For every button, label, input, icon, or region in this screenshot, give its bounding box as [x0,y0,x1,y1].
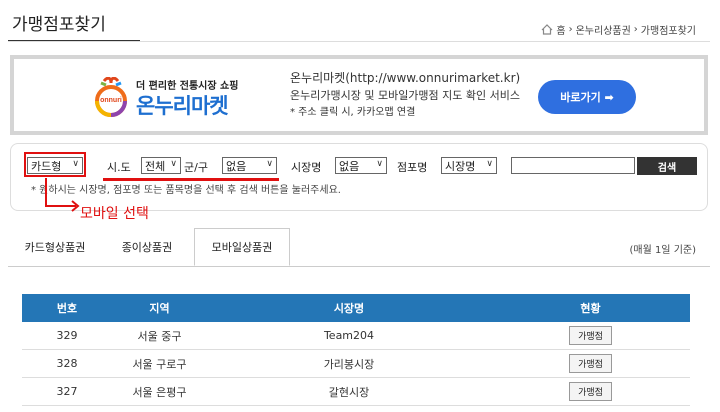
header-market: 시장명 [333,302,365,315]
logo-badge-text: onnuri [100,97,122,104]
store-button[interactable]: 가맹점 [569,382,612,401]
cell-status: 가맹점 [491,350,690,377]
logo-name: 온누리마켓 [136,94,229,118]
breadcrumb: 홈 › 온누리상품권 › 가맹점포찾기 [541,22,696,37]
table-row: 328 서울 구로구 가리봉시장 가맹점 [22,350,690,378]
header-no: 번호 [56,302,78,315]
cell-region: 서울 구로구 [132,357,187,371]
table-row: 329 서울 중구 Team204 가맹점 [22,322,690,350]
cell-market: 갈현시장 [328,385,370,399]
banner-desc-note: * 주소 클릭 시, 카카오맵 연결 [290,107,416,118]
market-value: 없음 [339,159,360,173]
chevron-down-icon: ∨ [266,159,273,169]
tab-mobile[interactable]: 모바일상품권 [194,228,290,266]
go-button[interactable]: 바로가기 ➡ [538,80,636,114]
search-panel: 카드형 ∨ 시.도 전체 ∨ 군/구 없음 ∨ 시장명 없음 ∨ 점포명 시장명… [10,143,708,211]
header-region: 지역 [149,302,170,315]
breadcrumb-home[interactable]: 홈 [556,22,565,37]
cell-status: 가맹점 [491,378,690,405]
cell-status: 가맹점 [491,322,690,349]
cell-region: 서울 중구 [137,329,182,343]
gungu-select[interactable]: 없음 ∨ [222,157,277,174]
tab-paper[interactable]: 종이상품권 [102,228,192,266]
cell-no: 327 [56,385,78,398]
banner-description: 온누리마켓(http://www.onnurimarket.kr) 온누리가맹시… [290,70,520,121]
chevron-down-icon: ∨ [376,159,383,169]
header-divider [8,41,710,42]
table-row: 327 서울 은평구 갈현시장 가맹점 [22,378,690,406]
sido-select[interactable]: 전체 ∨ [141,157,181,174]
chevron-down-icon: ∨ [170,159,177,169]
reference-note: (매월 1일 기준) [629,245,696,256]
cell-no: 328 [56,357,78,370]
breadcrumb-separator: › [633,24,638,35]
banner-desc-service: 온누리가맹시장 및 모바일가맹점 지도 확인 서비스 [290,89,521,102]
annotation-arrow-icon [45,178,80,212]
cell-market: Team204 [323,329,375,342]
annotation-underline [103,178,279,181]
banner-desc-url: 온누리마켓(http://www.onnurimarket.kr) [290,71,521,85]
onnuri-logo-icon: onnuri [95,77,127,117]
market-label: 시장명 [291,161,322,174]
table-header: 번호 지역 시장명 현황 [22,294,690,322]
home-icon[interactable] [541,24,553,35]
store-button[interactable]: 가맹점 [569,354,612,373]
cell-region: 서울 은평구 [132,385,187,399]
search-button[interactable]: 검색 [637,157,697,175]
cell-market: 가리봉시장 [323,357,375,371]
tab-card[interactable]: 카드형상품권 [10,228,100,266]
store-button[interactable]: 가맹점 [569,326,612,345]
onnurimarket-logo: onnuri 더 편리한 전통시장 쇼핑 온누리마켓 [92,73,272,123]
onnurimarket-banner: onnuri 더 편리한 전통시장 쇼핑 온누리마켓 온누리마켓(http://… [10,55,708,135]
header-status: 현황 [580,302,601,315]
store-table: 번호 지역 시장명 현황 329 서울 중구 Team204 가맹점 328 서… [22,294,690,406]
sido-value: 전체 [145,159,166,173]
search-input[interactable] [511,157,635,174]
breadcrumb-separator: › [568,24,573,35]
market-select[interactable]: 없음 ∨ [335,157,387,174]
chevron-down-icon: ∨ [486,159,493,169]
gungu-value: 없음 [226,159,247,173]
cell-no: 329 [56,329,78,342]
sido-label: 시.도 [107,161,131,174]
breadcrumb-current: 가맹점포찾기 [640,26,696,37]
annotation-label: 모바일 선택 [80,206,149,222]
store-label: 점포명 [397,161,428,174]
gungu-label: 군/구 [184,161,208,174]
breadcrumb-onnuri[interactable]: 온누리상품권 [576,22,631,37]
annotation-highlight-box [24,152,86,177]
store-value: 시장명 [445,159,476,173]
tabs-divider [8,266,710,267]
page-title: 가맹점포찾기 [12,15,106,35]
store-select[interactable]: 시장명 ∨ [441,157,497,174]
